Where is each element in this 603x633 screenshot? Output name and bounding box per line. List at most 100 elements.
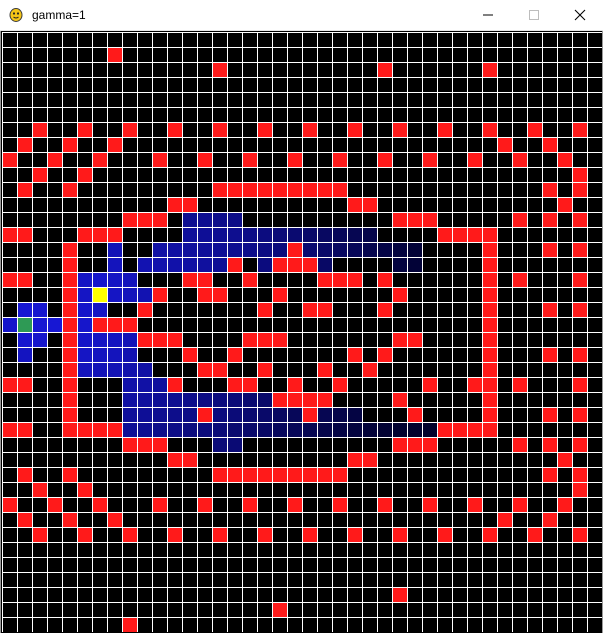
- value-cell: [122, 362, 137, 377]
- value-cell: [2, 317, 17, 332]
- obstacle-cell: [542, 182, 557, 197]
- obstacle-cell: [332, 272, 347, 287]
- value-cell: [212, 392, 227, 407]
- game-canvas[interactable]: [0, 31, 603, 633]
- obstacle-cell: [347, 122, 362, 137]
- title-bar[interactable]: gamma=1: [0, 0, 603, 31]
- obstacle-cell: [62, 272, 77, 287]
- obstacle-cell: [347, 452, 362, 467]
- obstacle-cell: [362, 362, 377, 377]
- obstacle-cell: [77, 122, 92, 137]
- obstacle-cell: [557, 197, 572, 212]
- obstacle-cell: [572, 347, 587, 362]
- obstacle-cell: [572, 437, 587, 452]
- obstacle-cell: [62, 362, 77, 377]
- obstacle-cell: [347, 527, 362, 542]
- obstacle-cell: [482, 122, 497, 137]
- obstacle-cell: [287, 152, 302, 167]
- value-cell: [407, 242, 422, 257]
- obstacle-cell: [317, 362, 332, 377]
- obstacle-cell: [572, 212, 587, 227]
- obstacle-cell: [467, 227, 482, 242]
- value-cell: [92, 302, 107, 317]
- obstacle-cell: [437, 527, 452, 542]
- value-cell: [317, 242, 332, 257]
- value-cell: [92, 347, 107, 362]
- value-cell: [107, 257, 122, 272]
- obstacle-cell: [332, 152, 347, 167]
- value-cell: [257, 227, 272, 242]
- value-cell: [272, 407, 287, 422]
- value-cell: [257, 242, 272, 257]
- close-button[interactable]: [557, 0, 603, 30]
- obstacle-cell: [302, 122, 317, 137]
- value-cell: [137, 422, 152, 437]
- obstacle-cell: [77, 527, 92, 542]
- obstacle-cell: [197, 287, 212, 302]
- obstacle-cell: [62, 182, 77, 197]
- obstacle-cell: [107, 47, 122, 62]
- obstacle-cell: [122, 527, 137, 542]
- python-snake-icon: [8, 7, 24, 23]
- obstacle-cell: [557, 497, 572, 512]
- value-cell: [107, 347, 122, 362]
- obstacle-cell: [392, 212, 407, 227]
- obstacle-cell: [272, 332, 287, 347]
- value-cell: [302, 422, 317, 437]
- obstacle-cell: [17, 182, 32, 197]
- obstacle-cell: [32, 122, 47, 137]
- obstacle-cell: [182, 347, 197, 362]
- obstacle-cell: [482, 287, 497, 302]
- obstacle-cell: [242, 182, 257, 197]
- gridworld-board: [2, 32, 602, 632]
- value-cell: [107, 272, 122, 287]
- obstacle-cell: [482, 332, 497, 347]
- obstacle-cell: [107, 317, 122, 332]
- obstacle-cell: [407, 407, 422, 422]
- obstacle-cell: [542, 437, 557, 452]
- obstacle-cell: [167, 332, 182, 347]
- obstacle-cell: [152, 437, 167, 452]
- obstacle-cell: [2, 272, 17, 287]
- obstacle-cell: [332, 497, 347, 512]
- obstacle-cell: [2, 497, 17, 512]
- obstacle-cell: [92, 497, 107, 512]
- value-cell: [182, 227, 197, 242]
- value-cell: [197, 392, 212, 407]
- value-cell: [317, 257, 332, 272]
- obstacle-cell: [512, 497, 527, 512]
- value-cell: [197, 257, 212, 272]
- obstacle-cell: [482, 347, 497, 362]
- obstacle-cell: [347, 197, 362, 212]
- obstacle-cell: [287, 182, 302, 197]
- value-cell: [77, 287, 92, 302]
- value-cell: [287, 227, 302, 242]
- obstacle-cell: [272, 392, 287, 407]
- value-cell: [107, 242, 122, 257]
- obstacle-cell: [212, 362, 227, 377]
- value-cell: [77, 362, 92, 377]
- value-cell: [167, 242, 182, 257]
- minimize-button[interactable]: [465, 0, 511, 30]
- obstacle-cell: [572, 302, 587, 317]
- obstacle-cell: [482, 272, 497, 287]
- obstacle-cell: [572, 407, 587, 422]
- obstacle-cell: [287, 392, 302, 407]
- obstacle-cell: [467, 377, 482, 392]
- obstacle-cell: [317, 272, 332, 287]
- value-cell: [137, 362, 152, 377]
- value-cell: [152, 377, 167, 392]
- maximize-button[interactable]: [511, 0, 557, 30]
- value-cell: [122, 392, 137, 407]
- obstacle-cell: [422, 377, 437, 392]
- obstacle-cell: [392, 332, 407, 347]
- obstacle-cell: [122, 437, 137, 452]
- obstacle-cell: [482, 242, 497, 257]
- value-cell: [212, 227, 227, 242]
- obstacle-cell: [227, 377, 242, 392]
- obstacle-cell: [92, 152, 107, 167]
- obstacle-cell: [542, 242, 557, 257]
- obstacle-cell: [182, 197, 197, 212]
- value-cell: [227, 422, 242, 437]
- value-cell: [212, 212, 227, 227]
